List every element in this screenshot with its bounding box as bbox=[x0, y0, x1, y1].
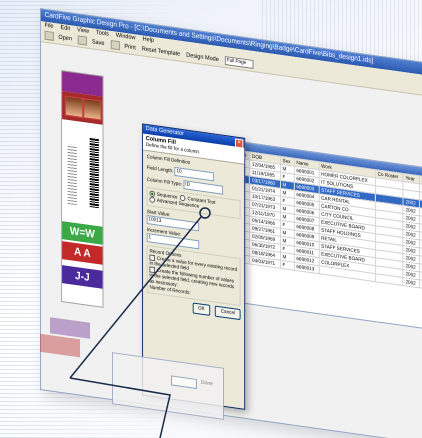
callout-line-long bbox=[69, 216, 202, 379]
callout-circle bbox=[199, 207, 211, 219]
callout-lines bbox=[69, 207, 211, 438]
callout-line-tail bbox=[69, 377, 171, 438]
screenshot-stage: CardFive Graphic Design Pro - [C:\Docume… bbox=[0, 0, 422, 438]
